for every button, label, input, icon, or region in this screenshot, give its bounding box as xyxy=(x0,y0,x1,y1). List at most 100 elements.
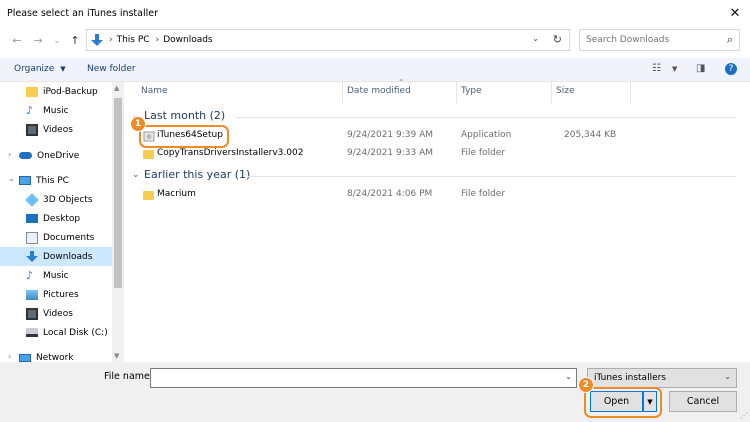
nav-item-music[interactable]: ♪ Music xyxy=(0,266,112,285)
file-name: Macrium xyxy=(157,189,196,199)
column-divider[interactable] xyxy=(630,82,631,104)
nav-item-label: Documents xyxy=(43,232,95,243)
column-header-name[interactable]: Name xyxy=(141,86,168,96)
navigation-scrollbar[interactable]: ▲ ▼ xyxy=(112,82,124,362)
nav-item-videos[interactable]: Videos xyxy=(0,304,112,323)
nav-item-label: This PC xyxy=(36,175,69,186)
nav-item-label: Music xyxy=(43,105,69,116)
pictures-icon xyxy=(26,289,38,300)
pc-icon xyxy=(19,176,31,185)
folder-icon xyxy=(26,86,38,97)
videos-icon xyxy=(26,307,38,320)
up-button[interactable]: ↑ xyxy=(68,33,82,47)
file-date: 9/24/2021 9:33 AM xyxy=(347,148,434,158)
scroll-down-icon[interactable]: ▼ xyxy=(114,352,119,360)
command-bar: Organize ▼ New folder ☷ ▼ ◨ ? xyxy=(0,58,750,82)
chevron-down-icon: ▼ xyxy=(60,65,66,73)
nav-item-music-quick[interactable]: ♪ Music xyxy=(0,101,112,120)
nav-item-downloads[interactable]: Downloads xyxy=(0,247,112,266)
title-bar: Please select an iTunes installer ✕ xyxy=(0,0,750,26)
nav-item-pictures[interactable]: Pictures xyxy=(0,285,112,304)
back-button[interactable]: ← xyxy=(10,33,24,47)
help-icon[interactable]: ? xyxy=(725,63,737,75)
breadcrumb-downloads[interactable]: Downloads xyxy=(163,35,212,45)
change-view-icon[interactable]: ☷ xyxy=(652,63,661,74)
file-type-filter[interactable]: iTunes installers ⌄ xyxy=(587,368,737,388)
address-box[interactable]: › This PC › Downloads ⌄ ↻ xyxy=(86,29,570,51)
collapse-chevron-icon[interactable]: ⌄ xyxy=(8,174,15,183)
search-box[interactable]: ⌕ xyxy=(579,29,740,51)
nav-item-label: Network xyxy=(36,352,74,363)
group-title-last-month[interactable]: Last month (2) xyxy=(144,109,225,122)
column-header-date[interactable]: Date modified xyxy=(347,86,411,96)
music-icon: ♪ xyxy=(26,268,34,282)
group-collapse-icon[interactable]: ⌄ xyxy=(132,170,140,180)
organize-button[interactable]: Organize ▼ xyxy=(14,64,66,74)
file-name-field[interactable]: ⌄ xyxy=(150,368,577,388)
chevron-down-icon[interactable]: ⌄ xyxy=(565,372,572,381)
expand-chevron-icon[interactable]: › xyxy=(8,150,11,159)
window-title: Please select an iTunes installer xyxy=(7,7,158,19)
file-type: Application xyxy=(461,130,512,140)
nav-item-ipod-backup[interactable]: iPod-Backup xyxy=(0,82,112,101)
group-divider xyxy=(248,176,736,177)
file-type: File folder xyxy=(461,189,506,199)
file-name-label: File name: xyxy=(104,371,154,382)
documents-icon xyxy=(26,231,38,244)
nav-item-this-pc[interactable]: This PC xyxy=(0,171,112,190)
downloads-icon xyxy=(26,250,38,262)
column-header-size[interactable]: Size xyxy=(556,86,574,96)
network-icon xyxy=(19,353,31,362)
nav-item-label: Music xyxy=(43,270,69,281)
nav-item-label: Videos xyxy=(43,124,73,135)
3d-objects-icon xyxy=(25,192,39,207)
nav-item-label: Local Disk (C:) xyxy=(43,327,108,338)
cancel-button[interactable]: Cancel xyxy=(669,391,737,412)
breadcrumb-this-pc[interactable]: This PC xyxy=(117,35,150,45)
resize-grip-icon[interactable]: ⋰ xyxy=(740,411,748,420)
disk-icon xyxy=(26,328,38,337)
search-icon: ⌕ xyxy=(726,33,733,46)
nav-item-label: 3D Objects xyxy=(43,194,93,205)
nav-item-network[interactable]: Network xyxy=(0,348,112,362)
view-options-chevron-icon[interactable]: ▼ xyxy=(672,65,677,73)
nav-item-onedrive[interactable]: OneDrive xyxy=(0,146,112,165)
breadcrumb-separator-icon: › xyxy=(155,35,160,45)
column-divider[interactable] xyxy=(342,82,343,104)
file-date: 9/24/2021 9:39 AM xyxy=(347,130,434,140)
column-divider[interactable] xyxy=(456,82,457,104)
chevron-down-icon: ⌄ xyxy=(724,372,731,381)
nav-item-desktop[interactable]: Desktop xyxy=(0,209,112,228)
organize-label: Organize xyxy=(14,64,55,74)
file-name-input[interactable] xyxy=(155,369,555,387)
downloads-icon xyxy=(91,33,103,46)
file-type: File folder xyxy=(461,148,506,158)
breadcrumb-separator-icon: › xyxy=(109,35,113,45)
search-input[interactable] xyxy=(586,35,716,45)
forward-button[interactable]: → xyxy=(31,33,45,47)
music-icon: ♪ xyxy=(26,103,34,117)
expand-chevron-icon[interactable]: › xyxy=(8,352,11,361)
preview-pane-icon[interactable]: ◨ xyxy=(696,63,705,74)
back-arrow-icon: ← xyxy=(12,33,22,47)
address-dropdown-icon[interactable]: ⌄ xyxy=(532,34,539,43)
file-list: Name ⌃ Date modified Type Size ⌄ Last mo… xyxy=(126,78,750,362)
nav-item-videos-quick[interactable]: Videos xyxy=(0,120,112,139)
scroll-up-icon[interactable]: ▲ xyxy=(114,84,119,92)
nav-item-3d-objects[interactable]: 3D Objects xyxy=(0,190,112,209)
scrollbar-thumb[interactable] xyxy=(114,98,122,288)
table-row[interactable]: Macrium 8/24/2021 4:06 PM File folder xyxy=(136,188,736,204)
address-bar-row: ← → ⌄ ↑ › This PC › Downloads ⌄ ↻ ⌕ xyxy=(0,27,750,55)
column-header-type[interactable]: Type xyxy=(461,86,482,96)
recent-locations-button[interactable]: ⌄ xyxy=(50,33,64,47)
nav-item-local-disk[interactable]: Local Disk (C:) xyxy=(0,323,112,342)
step-badge-1: 1 xyxy=(130,116,146,132)
nav-item-documents[interactable]: Documents xyxy=(0,228,112,247)
column-divider[interactable] xyxy=(551,82,552,104)
group-title-earlier-this-year[interactable]: Earlier this year (1) xyxy=(144,168,250,181)
table-row[interactable]: CopyTransDriversInstallerv3.002 9/24/202… xyxy=(136,147,736,163)
close-button[interactable]: ✕ xyxy=(724,2,746,24)
forward-arrow-icon: → xyxy=(33,33,43,47)
refresh-icon[interactable]: ↻ xyxy=(553,33,562,46)
new-folder-button[interactable]: New folder xyxy=(87,64,136,74)
